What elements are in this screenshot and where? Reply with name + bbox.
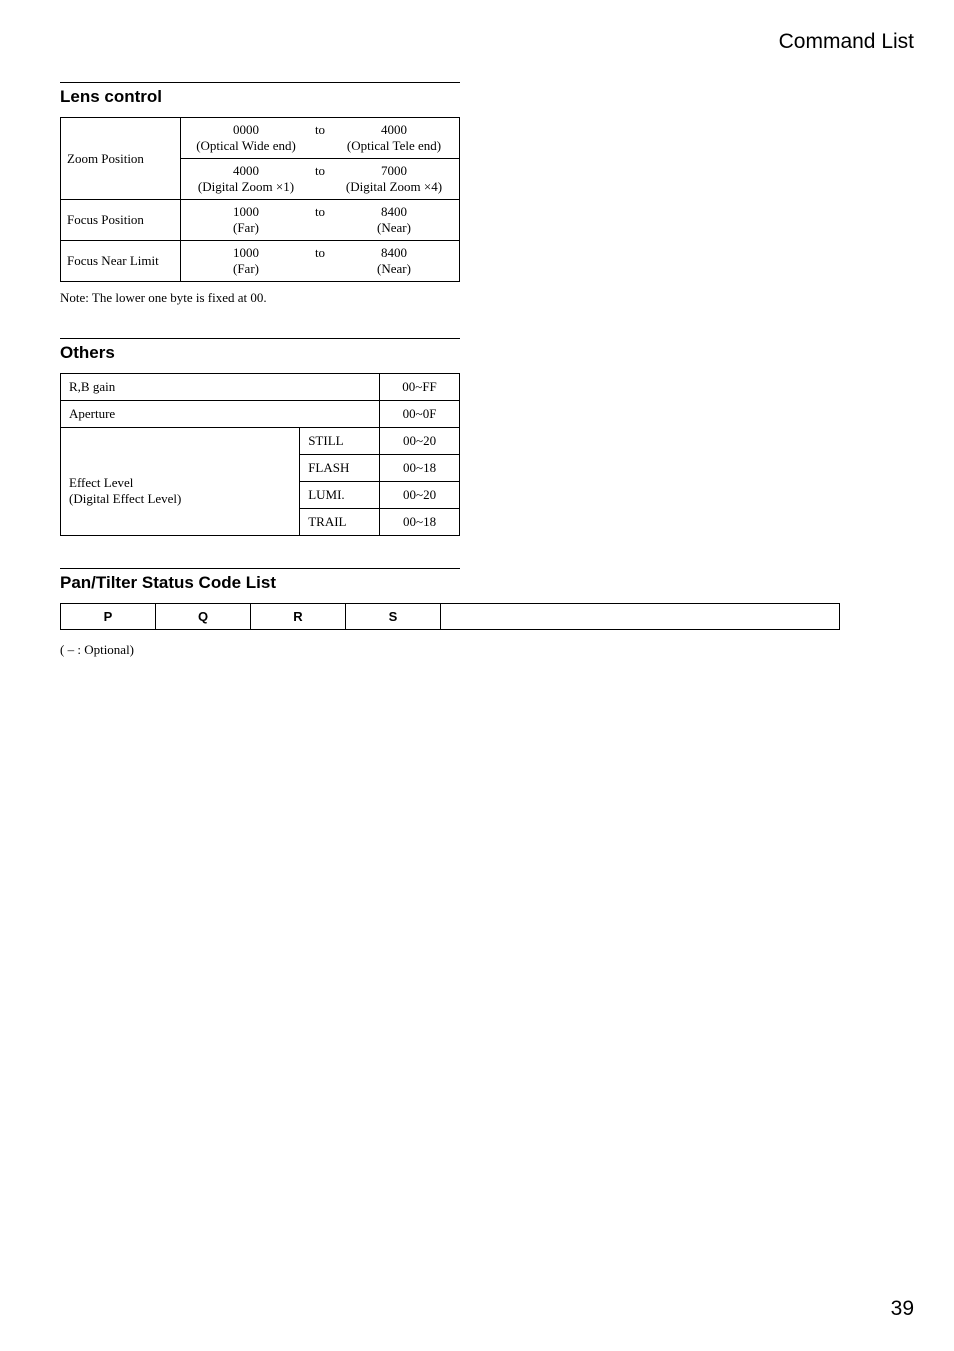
header-s: S: [346, 604, 441, 630]
effect-flash-value: 00~18: [380, 455, 460, 482]
effect-trail-label: TRAIL: [300, 509, 380, 536]
page-header: Command List: [60, 30, 914, 54]
rb-gain-value: 00~FF: [380, 374, 460, 401]
table-row: R,B gain 00~FF: [61, 374, 460, 401]
aperture-label: Aperture: [61, 401, 380, 428]
value: (Optical Wide end): [187, 138, 305, 154]
value: to: [305, 122, 335, 138]
focus-position-cell: 1000 to 8400 (Far) (Near): [181, 200, 460, 241]
table-row: Effect Level (Digital Effect Level) STIL…: [61, 428, 460, 455]
effect-still-label: STILL: [300, 428, 380, 455]
pantilter-section: Pan/Tilter Status Code List P Q R S 0 – …: [60, 568, 894, 658]
value: 8400: [335, 204, 453, 220]
pantilter-header-row: P Q R S: [61, 604, 840, 630]
value: 1000: [187, 204, 305, 220]
header-r: R: [251, 604, 346, 630]
rb-gain-label: R,B gain: [61, 374, 380, 401]
effect-level-line2: (Digital Effect Level): [69, 491, 291, 507]
value: to: [305, 163, 335, 179]
header-desc: [441, 604, 840, 630]
page-number: 39: [891, 1297, 914, 1321]
effect-still-value: 00~20: [380, 428, 460, 455]
table-row: Focus Position 1000 to 8400 (Far) (Near): [61, 200, 460, 241]
lens-note: Note: The lower one byte is fixed at 00.: [60, 290, 894, 306]
value: to: [305, 204, 335, 220]
zoom-optical-cell: 0000 to 4000 (Optical Wide end) (Optical…: [181, 118, 460, 159]
table-row: Zoom Position 0000 to 4000 (Optical Wide…: [61, 118, 460, 159]
zoom-position-label: Zoom Position: [61, 118, 181, 200]
effect-lumi-value: 00~20: [380, 482, 460, 509]
value: 4000: [335, 122, 453, 138]
value: 8400: [335, 245, 453, 261]
others-title: Others: [60, 338, 460, 363]
pantilter-table: P Q R S 0 – – – – – – – 0 – – – – – – 1 …: [60, 603, 840, 630]
value: (Optical Tele end): [335, 138, 453, 154]
value: (Near): [335, 261, 453, 277]
value: (Near): [335, 220, 453, 236]
value: 1000: [187, 245, 305, 261]
focus-position-label: Focus Position: [61, 200, 181, 241]
value: (Far): [187, 220, 305, 236]
value: (Digital Zoom ×4): [335, 179, 453, 195]
effect-level-label: Effect Level (Digital Effect Level): [61, 428, 300, 536]
value: (Far): [187, 261, 305, 277]
effect-lumi-label: LUMI.: [300, 482, 380, 509]
header-q: Q: [156, 604, 251, 630]
value: 4000: [187, 163, 305, 179]
others-section: Others R,B gain 00~FF Aperture 00~0F Eff…: [60, 338, 894, 536]
table-row: Aperture 00~0F: [61, 401, 460, 428]
value: 7000: [335, 163, 453, 179]
lens-control-table: Zoom Position 0000 to 4000 (Optical Wide…: [60, 117, 460, 282]
lens-control-section: Lens control Zoom Position 0000 to 4000 …: [60, 82, 894, 306]
focus-near-limit-label: Focus Near Limit: [61, 241, 181, 282]
effect-flash-label: FLASH: [300, 455, 380, 482]
effect-trail-value: 00~18: [380, 509, 460, 536]
value: to: [305, 245, 335, 261]
value: 0000: [187, 122, 305, 138]
value: (Digital Zoom ×1): [187, 179, 305, 195]
header-p: P: [61, 604, 156, 630]
zoom-digital-cell: 4000 to 7000 (Digital Zoom ×1) (Digital …: [181, 159, 460, 200]
effect-level-line1: Effect Level: [69, 475, 291, 491]
pantilter-legend: ( – : Optional): [60, 642, 894, 658]
focus-near-limit-cell: 1000 to 8400 (Far) (Near): [181, 241, 460, 282]
aperture-value: 00~0F: [380, 401, 460, 428]
lens-control-title: Lens control: [60, 82, 460, 107]
table-row: Focus Near Limit 1000 to 8400 (Far) (Nea…: [61, 241, 460, 282]
others-table: R,B gain 00~FF Aperture 00~0F Effect Lev…: [60, 373, 460, 536]
pantilter-title: Pan/Tilter Status Code List: [60, 568, 460, 593]
